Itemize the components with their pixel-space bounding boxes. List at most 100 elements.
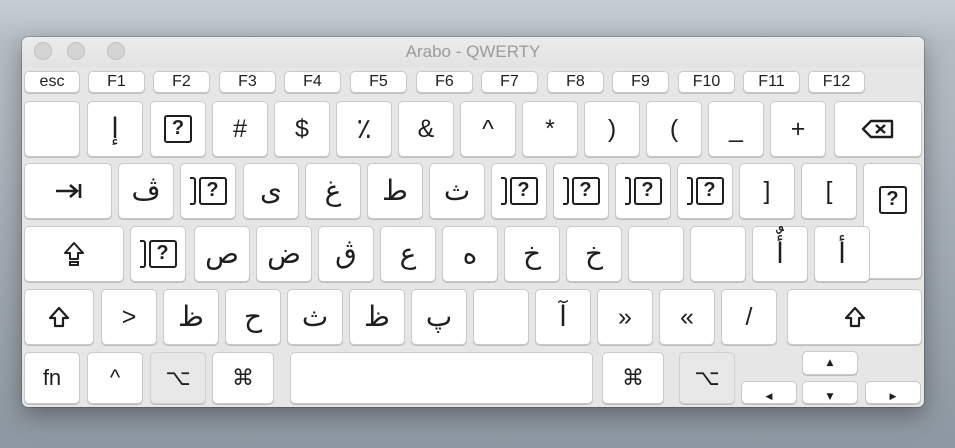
key-backslash[interactable]: أ xyxy=(814,226,870,282)
keyboard-viewer-window: Arabo - QWERTY esc F1 F2 F3 F4 F5 F6 F7 … xyxy=(22,37,924,407)
missing-glyph-icon: ? xyxy=(164,115,192,143)
clipped-glyph-icon xyxy=(624,177,631,205)
key-f7[interactable]: F7 xyxy=(481,71,538,93)
down-arrow-icon: ▼ xyxy=(826,392,834,402)
shift-icon xyxy=(48,306,70,328)
key-arrow-right[interactable]: ▶ xyxy=(865,381,921,404)
key-f8[interactable]: F8 xyxy=(547,71,604,93)
key-left-option[interactable]: ⌥ xyxy=(150,352,206,404)
key-f5[interactable]: F5 xyxy=(350,71,407,93)
clipped-glyph-icon xyxy=(562,177,569,205)
key-f11[interactable]: F11 xyxy=(743,71,800,93)
key-n[interactable] xyxy=(473,289,529,345)
key-fn[interactable]: fn xyxy=(24,352,80,404)
key-e[interactable]: ى xyxy=(243,163,299,219)
key-t[interactable]: ط xyxy=(367,163,423,219)
key-4[interactable]: $ xyxy=(274,101,330,157)
key-2[interactable]: ? xyxy=(150,101,206,157)
missing-glyph-icon: ? xyxy=(878,186,907,214)
missing-glyph-icon: ? xyxy=(148,240,177,268)
key-b[interactable]: پ xyxy=(411,289,467,345)
key-right-option[interactable]: ⌥ xyxy=(679,352,735,404)
key-h[interactable]: ه xyxy=(442,226,498,282)
delete-icon xyxy=(861,119,894,139)
key-o[interactable]: ? xyxy=(615,163,671,219)
key-f[interactable]: ڨ xyxy=(318,226,374,282)
key-j[interactable]: خ xyxy=(504,226,560,282)
key-p[interactable]: ? xyxy=(677,163,733,219)
tab-icon xyxy=(56,184,82,198)
key-k[interactable]: خ xyxy=(566,226,622,282)
right-arrow-icon: ▶ xyxy=(889,392,897,402)
key-return[interactable]: ? xyxy=(863,163,922,279)
clipped-glyph-icon xyxy=(500,177,507,205)
key-semicolon[interactable] xyxy=(690,226,746,282)
key-z[interactable]: ظ xyxy=(163,289,219,345)
key-left-bracket[interactable]: ] xyxy=(739,163,795,219)
key-g[interactable]: ع xyxy=(380,226,436,282)
key-f10[interactable]: F10 xyxy=(678,71,735,93)
key-quote[interactable]: أٌ xyxy=(752,226,808,282)
key-f12[interactable]: F12 xyxy=(808,71,865,93)
key-equal[interactable]: + xyxy=(770,101,826,157)
key-1[interactable]: إ xyxy=(87,101,143,157)
key-f1[interactable]: F1 xyxy=(88,71,145,93)
key-delete[interactable] xyxy=(834,101,922,157)
key-right-bracket[interactable]: [ xyxy=(801,163,857,219)
key-d[interactable]: ض xyxy=(256,226,312,282)
key-right-shift[interactable] xyxy=(787,289,922,345)
capslock-icon xyxy=(64,242,84,266)
title-bar: Arabo - QWERTY xyxy=(22,37,924,67)
key-5[interactable]: ٪ xyxy=(336,101,392,157)
key-r[interactable]: غ xyxy=(305,163,361,219)
key-tab[interactable] xyxy=(24,163,112,219)
key-arrow-up[interactable]: ▲ xyxy=(802,351,858,375)
missing-glyph-icon: ? xyxy=(509,177,538,205)
key-7[interactable]: ^ xyxy=(460,101,516,157)
key-caps-lock[interactable] xyxy=(24,226,124,282)
key-arrow-down[interactable]: ▼ xyxy=(802,381,858,404)
key-backtick[interactable] xyxy=(24,101,80,157)
key-q[interactable]: ڤ xyxy=(118,163,174,219)
key-8[interactable]: * xyxy=(522,101,578,157)
key-s[interactable]: ص xyxy=(194,226,250,282)
key-arrow-left[interactable]: ◀ xyxy=(741,381,797,404)
key-9[interactable]: ) xyxy=(584,101,640,157)
key-f3[interactable]: F3 xyxy=(219,71,276,93)
key-u[interactable]: ? xyxy=(491,163,547,219)
key-3[interactable]: # xyxy=(212,101,268,157)
key-control[interactable]: ^ xyxy=(87,352,143,404)
key-space[interactable] xyxy=(290,352,593,404)
key-i[interactable]: ? xyxy=(553,163,609,219)
key-l[interactable] xyxy=(628,226,684,282)
key-period[interactable]: « xyxy=(659,289,715,345)
key-0[interactable]: ( xyxy=(646,101,702,157)
missing-glyph-icon: ? xyxy=(571,177,600,205)
key-comma[interactable]: » xyxy=(597,289,653,345)
window-title: Arabo - QWERTY xyxy=(405,42,541,61)
missing-glyph-icon: ? xyxy=(695,177,724,205)
desktop-background xyxy=(0,0,955,40)
key-f2[interactable]: F2 xyxy=(153,71,210,93)
key-esc[interactable]: esc xyxy=(24,71,80,93)
key-left-command[interactable]: ⌘ xyxy=(212,352,274,404)
key-w[interactable]: ? xyxy=(180,163,236,219)
up-arrow-icon: ▲ xyxy=(826,357,834,368)
key-f4[interactable]: F4 xyxy=(284,71,341,93)
key-f9[interactable]: F9 xyxy=(612,71,669,93)
key-m[interactable]: آ xyxy=(535,289,591,345)
key-c[interactable]: ث xyxy=(287,289,343,345)
key-section[interactable]: > xyxy=(101,289,157,345)
key-right-command[interactable]: ⌘ xyxy=(602,352,664,404)
key-f6[interactable]: F6 xyxy=(416,71,473,93)
key-y[interactable]: ث xyxy=(429,163,485,219)
clipped-glyph-icon xyxy=(139,240,146,268)
left-arrow-icon: ◀ xyxy=(765,392,773,402)
key-v[interactable]: ظ xyxy=(349,289,405,345)
key-left-shift[interactable] xyxy=(24,289,94,345)
key-6[interactable]: & xyxy=(398,101,454,157)
key-minus[interactable]: _ xyxy=(708,101,764,157)
key-x[interactable]: ح xyxy=(225,289,281,345)
key-slash[interactable]: / xyxy=(721,289,777,345)
key-a[interactable]: ? xyxy=(130,226,186,282)
